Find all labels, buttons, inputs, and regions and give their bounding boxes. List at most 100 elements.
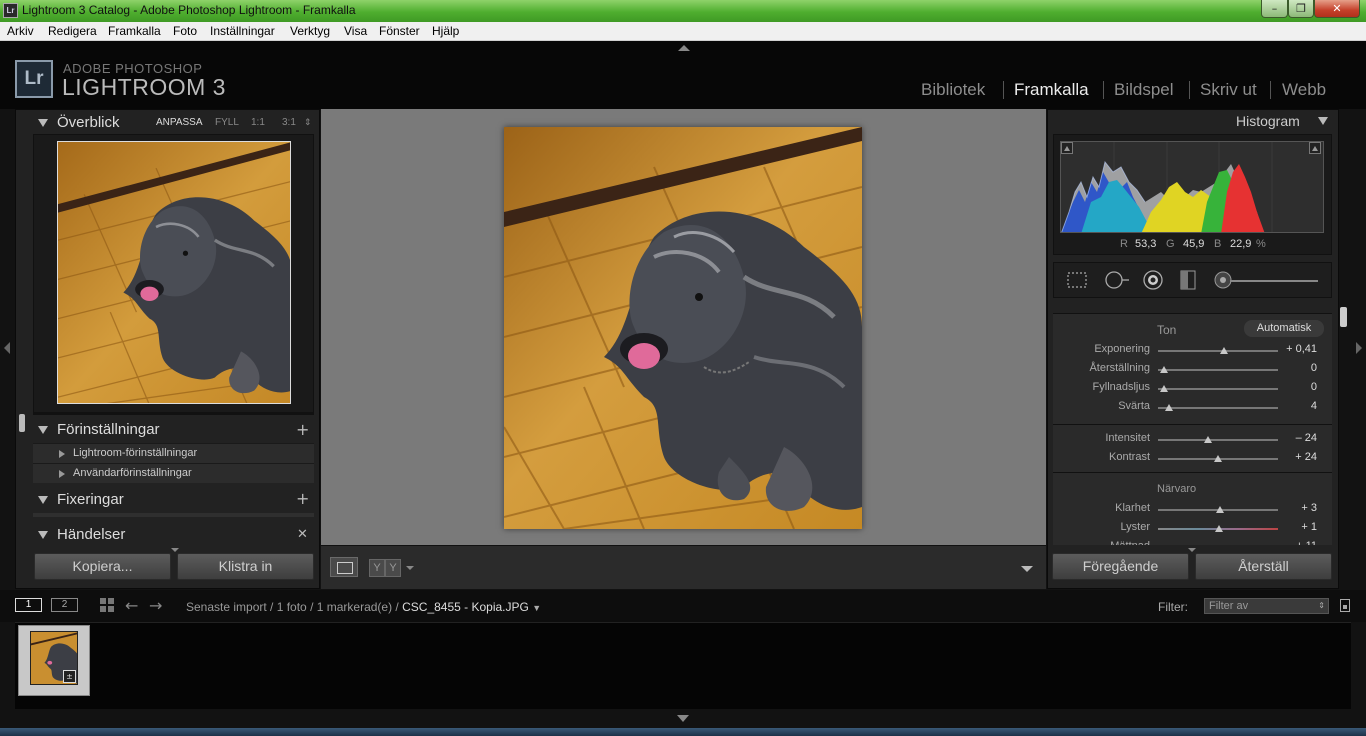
collapse-right-panel-icon[interactable] [1356,342,1362,354]
menu-hjalp[interactable]: Hjälp [432,24,459,38]
before-after-right-button[interactable]: Y [385,559,401,577]
zoom-3-1[interactable]: 3:1 [282,117,296,128]
menu-framkalla[interactable]: Framkalla [108,24,161,38]
navigator-collapse-icon[interactable] [38,119,48,127]
adjustment-slider-track[interactable] [1158,407,1278,409]
adjustment-slider-track[interactable] [1158,350,1278,352]
reset-button[interactable]: Återställ [1195,553,1332,580]
hist-g-value: 45,9 [1183,238,1205,250]
adjustment-slider-thumb[interactable] [1160,366,1168,373]
loupe-view-button[interactable] [330,557,358,577]
adjustment-slider-thumb[interactable] [1214,455,1222,462]
navigator-title[interactable]: Överblick [57,114,120,131]
hist-b-value: 22,9 [1230,238,1252,250]
maximize-button[interactable]: ❐ [1288,0,1314,18]
develop-toolbar [321,545,1046,589]
zoom-fill[interactable]: FYLL [215,117,239,128]
navigator-preview-image[interactable] [57,141,291,404]
menu-foto[interactable]: Foto [173,24,197,38]
shadow-clipping-icon[interactable] [1061,142,1073,154]
collapse-filmstrip-icon[interactable] [677,715,689,722]
module-framkalla[interactable]: Framkalla [1014,80,1089,100]
menu-redigera[interactable]: Redigera [48,24,97,38]
zoom-fit[interactable]: ANPASSA [156,117,203,128]
snapshots-title[interactable]: Fixeringar [57,491,124,508]
menu-installningar[interactable]: Inställningar [210,24,275,38]
add-snapshot-icon[interactable]: + [296,491,309,507]
presets-title[interactable]: Förinställningar [57,421,160,438]
adjustment-slider-track[interactable] [1158,388,1278,390]
slider-value[interactable]: 0 [1267,381,1317,393]
snapshots-collapse-icon[interactable] [38,496,48,504]
add-preset-icon[interactable]: + [296,422,309,438]
filter-lock-icon[interactable] [1340,599,1350,612]
folder-expand-icon[interactable] [59,450,65,458]
module-bildspel[interactable]: Bildspel [1114,80,1174,100]
histogram-title[interactable]: Histogram [1236,113,1300,129]
adjustment-slider-thumb[interactable] [1215,525,1224,532]
spot-removal-icon[interactable] [1104,270,1129,290]
slider-value[interactable]: + 3 [1267,502,1317,514]
brush-size-slider[interactable] [1230,280,1318,282]
minimize-button[interactable]: – [1261,0,1288,18]
filmstrip-source[interactable]: Senaste import / 1 foto / 1 markerad(e) … [186,600,541,614]
history-title[interactable]: Händelser [57,526,125,543]
collapse-top-panel-icon[interactable] [678,45,690,51]
hist-b-label: B [1214,238,1222,250]
toolbar-options-icon[interactable] [1021,566,1033,572]
adjustment-slider-track[interactable] [1158,439,1278,441]
section-divider [1053,472,1332,473]
history-collapse-icon[interactable] [38,531,48,539]
slider-value[interactable]: – 24 [1267,432,1317,444]
adjustment-slider-thumb[interactable] [1164,404,1173,411]
slider-value[interactable]: + 1 [1267,521,1317,533]
slider-value[interactable]: + 0,41 [1267,343,1317,355]
paste-settings-button[interactable]: Klistra in [177,553,314,580]
source-menu-icon[interactable]: ▼ [532,603,541,613]
menu-arkiv[interactable]: Arkiv [7,24,34,38]
left-panel-scrollbar[interactable] [19,414,25,432]
crop-tool-icon[interactable] [1066,270,1088,290]
adjustment-slider-thumb[interactable] [1160,385,1168,392]
zoom-stepper-icon[interactable]: ⇕ [304,117,312,128]
grid-view-icon[interactable] [100,598,115,613]
zoom-1-1[interactable]: 1:1 [251,117,265,128]
copy-settings-button[interactable]: Kopiera... [34,553,171,580]
before-after-menu-icon[interactable] [406,566,414,570]
adjustment-slider-track[interactable] [1158,369,1278,371]
secondary-display-button[interactable]: 2 [51,598,78,612]
previous-button[interactable]: Föregående [1052,553,1189,580]
filter-select[interactable]: Filter av ⇕ [1204,598,1329,614]
module-webb[interactable]: Webb [1282,80,1326,100]
red-eye-icon[interactable] [1142,270,1164,290]
folder-expand-icon[interactable] [59,470,65,478]
graduated-filter-icon[interactable] [1177,270,1199,290]
menu-visa[interactable]: Visa [344,24,367,38]
slider-value[interactable]: 0 [1267,362,1317,374]
close-button[interactable]: ✕ [1314,0,1360,18]
presets-collapse-icon[interactable] [38,426,48,434]
slider-value[interactable]: + 24 [1267,451,1317,463]
clear-history-icon[interactable]: ✕ [297,527,308,543]
slider-label: Exponering [1094,343,1150,355]
right-panel-scrollbar[interactable] [1340,307,1347,327]
module-bibliotek[interactable]: Bibliotek [921,80,985,100]
menu-fonster[interactable]: Fönster [379,24,420,38]
hist-r-value: 53,3 [1135,238,1157,250]
main-photo[interactable] [504,127,862,529]
previous-photo-icon[interactable]: ← [125,598,138,614]
window-title-bar[interactable]: Lr Lightroom 3 Catalog - Adobe Photoshop… [0,0,1366,22]
module-skriv-ut[interactable]: Skriv ut [1200,80,1257,100]
slider-value[interactable]: 4 [1267,400,1317,412]
next-photo-icon[interactable]: → [149,598,162,614]
adjustment-slider-thumb[interactable] [1216,506,1225,513]
adjustment-slider-thumb[interactable] [1220,347,1228,354]
before-after-left-button[interactable]: Y [369,559,385,577]
histogram-collapse-icon[interactable] [1318,117,1328,125]
collapse-left-panel-icon[interactable] [4,342,10,354]
menu-verktyg[interactable]: Verktyg [290,24,330,38]
adjustment-slider-thumb[interactable] [1204,436,1213,443]
highlight-clipping-icon[interactable] [1309,142,1321,154]
auto-tone-button[interactable]: Automatisk [1244,320,1324,337]
primary-display-button[interactable]: 1 [15,598,42,612]
